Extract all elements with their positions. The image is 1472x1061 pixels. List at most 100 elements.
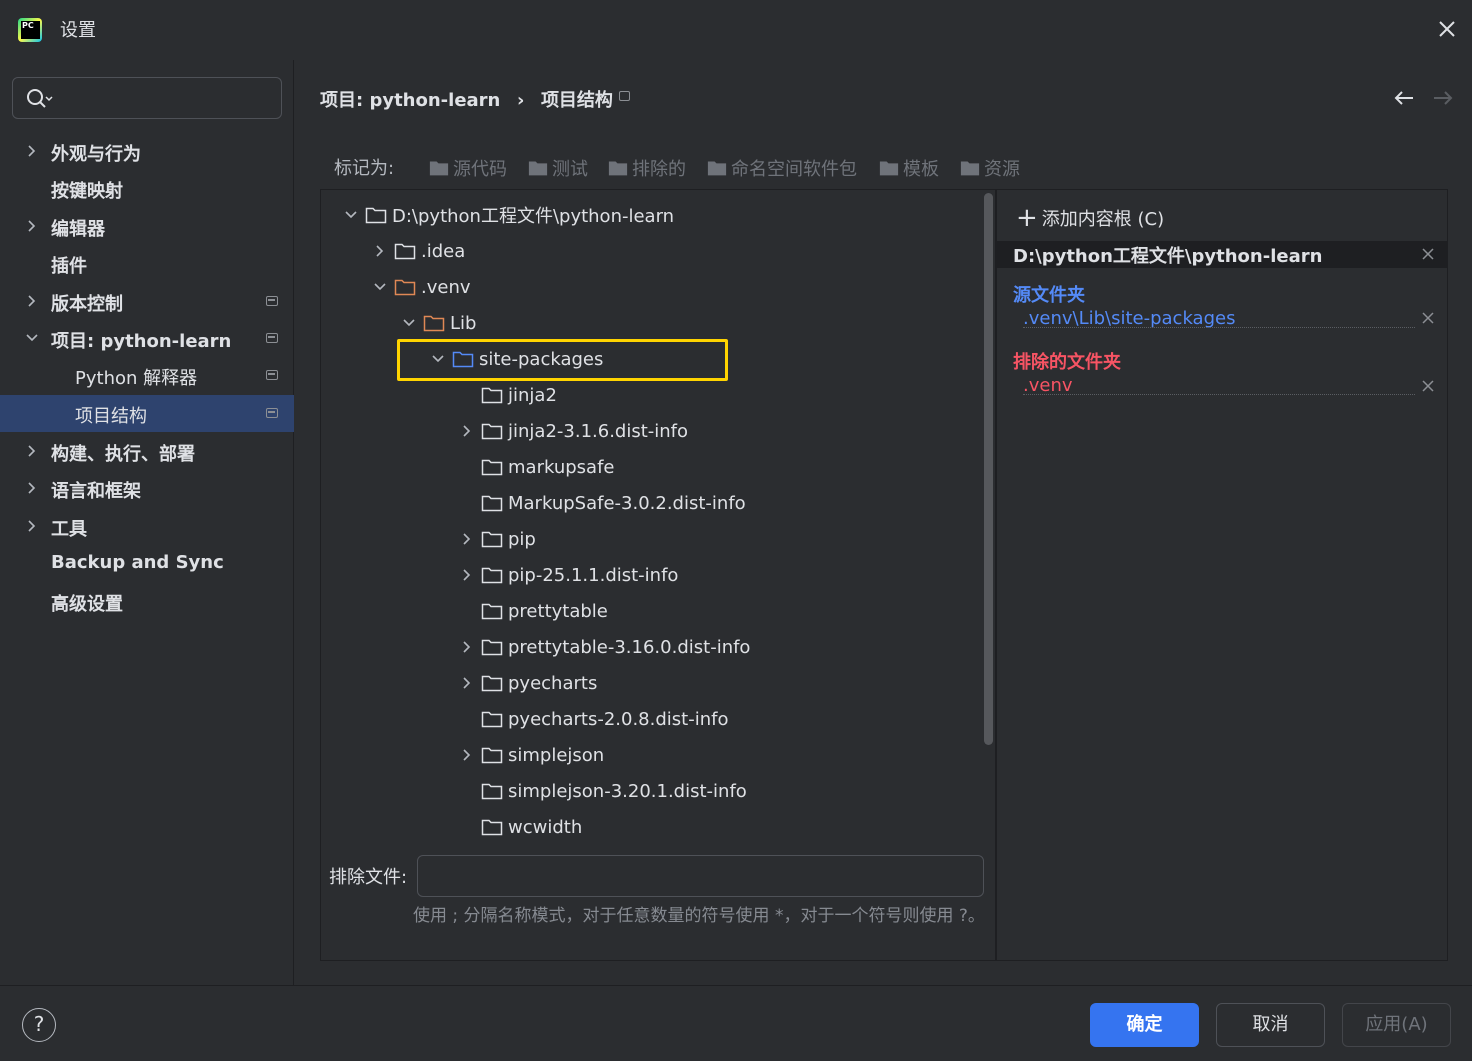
mark-as-option-label: 源代码 bbox=[453, 159, 507, 180]
tree-node[interactable]: D:\python工程文件\python-learn bbox=[343, 197, 674, 233]
sidebar-item[interactable]: 工具 bbox=[0, 508, 294, 545]
folder-icon bbox=[879, 161, 899, 176]
tree-node-label: wcwidth bbox=[508, 816, 583, 838]
folder-icon bbox=[394, 279, 416, 296]
tree-node[interactable]: prettytable-3.16.0.dist-info bbox=[459, 629, 750, 665]
chevron-right-icon[interactable] bbox=[459, 747, 475, 763]
tree-node[interactable]: jinja2-3.1.6.dist-info bbox=[459, 413, 688, 449]
sidebar-item[interactable]: 按键映射 bbox=[0, 170, 294, 207]
back-arrow-icon[interactable] bbox=[1393, 88, 1415, 108]
tree-node-label: pip bbox=[508, 528, 536, 550]
sidebar-item-label: Backup and Sync bbox=[51, 552, 224, 573]
tree-node[interactable]: Lib bbox=[401, 305, 476, 341]
sidebar-item[interactable]: Backup and Sync bbox=[0, 545, 294, 582]
chevron-down-icon[interactable] bbox=[24, 330, 40, 346]
ok-button[interactable]: 确定 bbox=[1090, 1003, 1199, 1047]
tree-node[interactable]: .idea bbox=[372, 233, 465, 269]
tree-node-label: .venv bbox=[421, 276, 471, 298]
pin-icon bbox=[266, 370, 278, 380]
close-icon[interactable] bbox=[1434, 16, 1460, 42]
pin-icon bbox=[266, 296, 278, 306]
chevron-right-icon[interactable] bbox=[459, 423, 475, 439]
tree-node[interactable]: simplejson-3.20.1.dist-info bbox=[459, 773, 747, 809]
mark-as-option[interactable]: 资源 bbox=[960, 156, 1020, 180]
tree-node[interactable]: prettytable bbox=[459, 593, 608, 629]
folder-icon bbox=[429, 161, 449, 176]
exclude-files-label: 排除文件: bbox=[329, 867, 408, 888]
exclude-files-input[interactable] bbox=[417, 855, 984, 897]
tree-node[interactable]: markupsafe bbox=[459, 449, 615, 485]
chevron-right-icon[interactable] bbox=[24, 518, 40, 534]
sidebar-item[interactable]: 高级设置 bbox=[0, 583, 294, 620]
search-input[interactable] bbox=[12, 77, 282, 119]
mark-as-option[interactable]: 排除的 bbox=[608, 156, 686, 180]
chevron-right-icon[interactable] bbox=[24, 443, 40, 459]
remove-excluded-icon[interactable] bbox=[1422, 380, 1434, 392]
tree-node[interactable]: pip-25.1.1.dist-info bbox=[459, 557, 678, 593]
mark-as-option[interactable]: 命名空间软件包 bbox=[707, 156, 857, 180]
chevron-down-icon[interactable] bbox=[372, 279, 388, 295]
tree-node[interactable]: jinja2 bbox=[459, 377, 557, 413]
cancel-button[interactable]: 取消 bbox=[1216, 1003, 1325, 1047]
sidebar-item-label: 高级设置 bbox=[51, 594, 123, 615]
source-folders-title: 源文件夹 bbox=[1013, 285, 1085, 306]
excluded-entry-underline bbox=[1023, 394, 1415, 395]
tree-node[interactable]: wcwidth bbox=[459, 809, 582, 845]
sidebar-item[interactable]: 语言和框架 bbox=[0, 470, 294, 507]
tree-node-label: jinja2 bbox=[508, 384, 557, 406]
breadcrumb-separator: › bbox=[516, 90, 525, 111]
tree-node-label: .idea bbox=[421, 240, 466, 262]
chevron-right-icon[interactable] bbox=[24, 143, 40, 159]
sidebar-item[interactable]: Python 解释器 bbox=[0, 357, 294, 394]
tree-node[interactable]: pip bbox=[459, 521, 536, 557]
chevron-right-icon[interactable] bbox=[24, 480, 40, 496]
help-button[interactable]: ? bbox=[22, 1008, 56, 1042]
mark-as-option[interactable]: 测试 bbox=[528, 156, 588, 180]
sidebar-item-label: 语言和框架 bbox=[51, 481, 141, 502]
chevron-right-icon[interactable] bbox=[24, 218, 40, 234]
mark-as-option-label: 排除的 bbox=[632, 159, 686, 180]
chevron-down-icon[interactable] bbox=[401, 315, 417, 331]
tree-node[interactable]: MarkupSafe-3.0.2.dist-info bbox=[459, 485, 746, 521]
tree-node-label: markupsafe bbox=[508, 456, 615, 478]
title-bar: 设置 bbox=[0, 0, 1472, 60]
tree-node[interactable]: pyecharts-2.0.8.dist-info bbox=[459, 701, 728, 737]
chevron-right-icon[interactable] bbox=[459, 531, 475, 547]
sidebar-item[interactable]: 项目结构 bbox=[0, 395, 294, 432]
tree-node[interactable]: simplejson bbox=[459, 737, 604, 773]
mark-as-option[interactable]: 源代码 bbox=[429, 156, 507, 180]
sidebar-item[interactable]: 项目: python-learn bbox=[0, 320, 294, 357]
window-title: 设置 bbox=[60, 20, 96, 41]
remove-root-icon[interactable] bbox=[1422, 248, 1434, 260]
chevron-right-icon[interactable] bbox=[372, 243, 388, 259]
sidebar-item-label: 编辑器 bbox=[51, 219, 105, 240]
apply-button[interactable]: 应用(A) bbox=[1342, 1003, 1451, 1047]
sidebar-item[interactable]: 版本控制 bbox=[0, 283, 294, 320]
folder-icon bbox=[481, 423, 503, 440]
add-content-root-button[interactable]: + 添加内容根 (C) bbox=[1016, 205, 1164, 231]
chevron-right-icon[interactable] bbox=[459, 675, 475, 691]
breadcrumb-project[interactable]: 项目: python-learn bbox=[320, 90, 500, 111]
chevron-right-icon[interactable] bbox=[24, 293, 40, 309]
tree-scrollbar[interactable] bbox=[984, 193, 993, 745]
excluded-folder-entry[interactable]: .venv bbox=[1023, 375, 1073, 396]
folder-icon bbox=[394, 243, 416, 260]
mark-as-option[interactable]: 模板 bbox=[879, 156, 939, 180]
tree-node[interactable]: .venv bbox=[372, 269, 471, 305]
sidebar-item-label: 工具 bbox=[51, 519, 87, 540]
sidebar-item-label: Python 解释器 bbox=[75, 368, 198, 389]
sidebar-item[interactable]: 构建、执行、部署 bbox=[0, 433, 294, 470]
remove-source-icon[interactable] bbox=[1422, 312, 1434, 324]
chevron-right-icon[interactable] bbox=[459, 639, 475, 655]
sidebar-item[interactable]: 外观与行为 bbox=[0, 133, 294, 170]
pycharm-logo-icon bbox=[18, 18, 42, 42]
chevron-down-icon[interactable] bbox=[343, 207, 359, 223]
mark-as-option-label: 测试 bbox=[552, 159, 588, 180]
forward-arrow-icon[interactable] bbox=[1432, 88, 1454, 108]
pin-icon[interactable] bbox=[619, 91, 630, 101]
tree-node[interactable]: pyecharts bbox=[459, 665, 597, 701]
source-folder-entry[interactable]: .venv\Lib\site-packages bbox=[1023, 308, 1235, 329]
sidebar-item[interactable]: 插件 bbox=[0, 245, 294, 282]
chevron-right-icon[interactable] bbox=[459, 567, 475, 583]
sidebar-item[interactable]: 编辑器 bbox=[0, 208, 294, 245]
